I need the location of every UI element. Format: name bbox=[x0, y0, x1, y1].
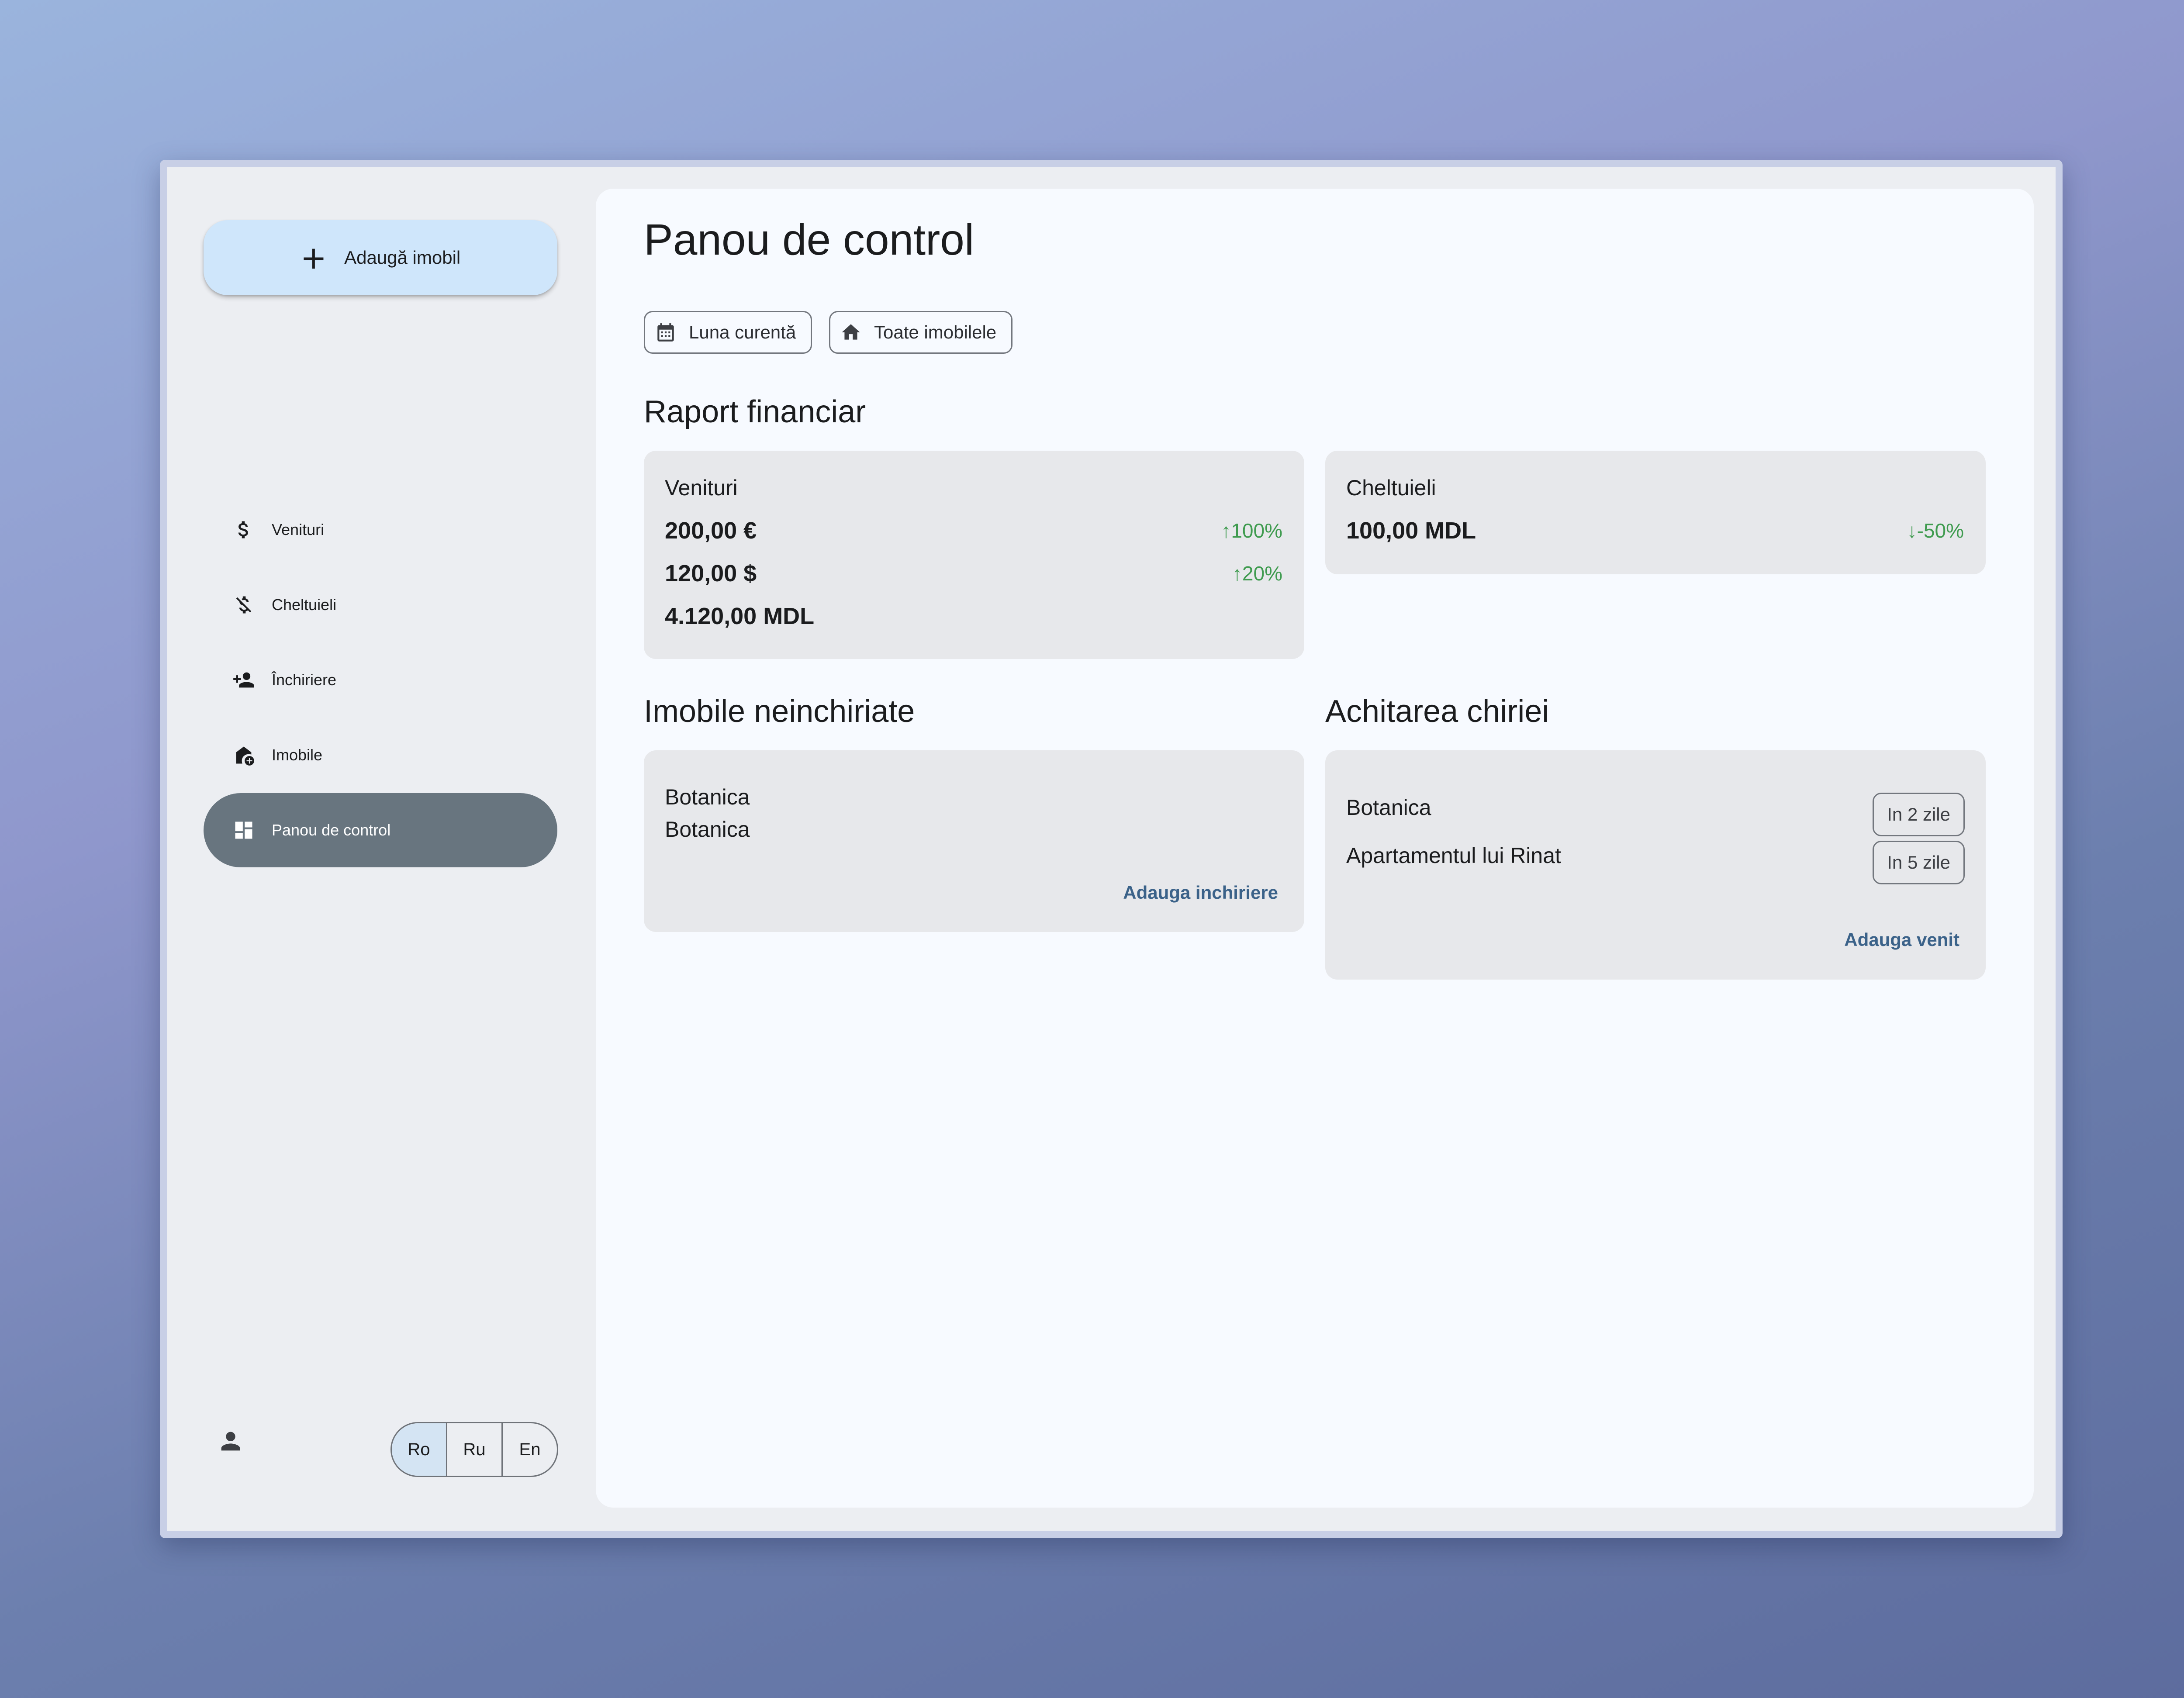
dollar-icon bbox=[232, 518, 256, 542]
language-selector: Ro Ru En bbox=[390, 1422, 558, 1477]
income-amount-eur: 200,00 € bbox=[665, 518, 757, 544]
unrented-properties-card: Botanica Botanica Adauga inchiriere bbox=[644, 750, 1304, 932]
person-icon[interactable] bbox=[215, 1425, 246, 1457]
list-item[interactable]: Botanica bbox=[665, 784, 750, 810]
sidebar-item-label: Imobile bbox=[272, 746, 323, 764]
due-badge: In 5 zile bbox=[1873, 841, 1965, 884]
expenses-card: Cheltuieli 100,00 MDL ↓-50% bbox=[1325, 451, 1986, 574]
list-item[interactable]: Botanica bbox=[1346, 795, 1431, 820]
money-off-icon bbox=[232, 593, 256, 617]
sidebar-item-venituri[interactable]: Venituri bbox=[204, 493, 557, 567]
page-title: Panou de control bbox=[644, 215, 975, 264]
financial-report-title: Raport financiar bbox=[644, 394, 866, 429]
person-add-icon bbox=[232, 668, 256, 692]
sidebar-item-inchiriere[interactable]: Închiriere bbox=[204, 643, 557, 717]
income-change-usd: ↑20% bbox=[1232, 562, 1282, 585]
rent-payment-card: Botanica In 2 zile Apartamentul lui Rina… bbox=[1325, 750, 1986, 980]
filter-properties-label: Toate imobilele bbox=[874, 322, 997, 342]
dashboard-icon bbox=[232, 818, 256, 842]
list-item[interactable]: Botanica bbox=[665, 817, 750, 842]
income-amount-usd: 120,00 $ bbox=[665, 560, 757, 587]
rent-payment-title: Achitarea chiriei bbox=[1325, 694, 1549, 729]
income-amount-mdl: 4.120,00 MDL bbox=[665, 603, 815, 629]
add-income-button[interactable]: Adauga venit bbox=[1844, 929, 1959, 950]
sidebar-item-label: Venituri bbox=[272, 521, 325, 538]
income-card: Venituri 200,00 € ↑100% 120,00 $ ↑20% 4.… bbox=[644, 451, 1304, 659]
income-change-eur: ↑100% bbox=[1221, 519, 1282, 542]
add-home-icon bbox=[232, 743, 256, 767]
sidebar: + Adaugă imobil Venituri Cheltuieli Înch… bbox=[167, 167, 599, 1531]
expenses-change-mdl: ↓-50% bbox=[1907, 519, 1964, 542]
calendar-icon bbox=[657, 323, 674, 342]
language-ro-button[interactable]: Ro bbox=[392, 1423, 447, 1476]
list-item[interactable]: Apartamentul lui Rinat bbox=[1346, 843, 1561, 868]
sidebar-item-label: Cheltuieli bbox=[272, 596, 337, 614]
filter-period-label: Luna curentă bbox=[689, 322, 796, 342]
language-ru-button[interactable]: Ru bbox=[447, 1423, 503, 1476]
app-window: + Adaugă imobil Venituri Cheltuieli Înch… bbox=[160, 160, 2063, 1538]
home-icon bbox=[842, 324, 860, 340]
sidebar-item-imobile[interactable]: Imobile bbox=[204, 718, 557, 792]
expenses-heading: Cheltuieli bbox=[1346, 476, 1436, 500]
sidebar-item-label: Panou de control bbox=[272, 821, 391, 839]
filter-properties-chip[interactable]: Toate imobilele bbox=[829, 311, 1013, 354]
add-property-label: Adaugă imobil bbox=[344, 247, 461, 268]
add-property-button[interactable]: + Adaugă imobil bbox=[204, 220, 557, 295]
main-panel: Panou de control Luna curentă Toate imob… bbox=[596, 189, 2034, 1508]
language-en-button[interactable]: En bbox=[503, 1423, 557, 1476]
expenses-amount-mdl: 100,00 MDL bbox=[1346, 518, 1476, 544]
unrented-properties-title: Imobile neinchiriate bbox=[644, 694, 915, 729]
plus-icon: + bbox=[300, 239, 327, 276]
sidebar-item-cheltuieli[interactable]: Cheltuieli bbox=[204, 568, 557, 642]
due-badge: In 2 zile bbox=[1873, 793, 1965, 836]
filter-period-chip[interactable]: Luna curentă bbox=[644, 311, 812, 354]
sidebar-item-panou-de-control[interactable]: Panou de control bbox=[204, 793, 557, 867]
sidebar-item-label: Închiriere bbox=[272, 671, 337, 689]
income-heading: Venituri bbox=[665, 476, 738, 500]
add-rental-button[interactable]: Adauga inchiriere bbox=[1123, 882, 1278, 903]
